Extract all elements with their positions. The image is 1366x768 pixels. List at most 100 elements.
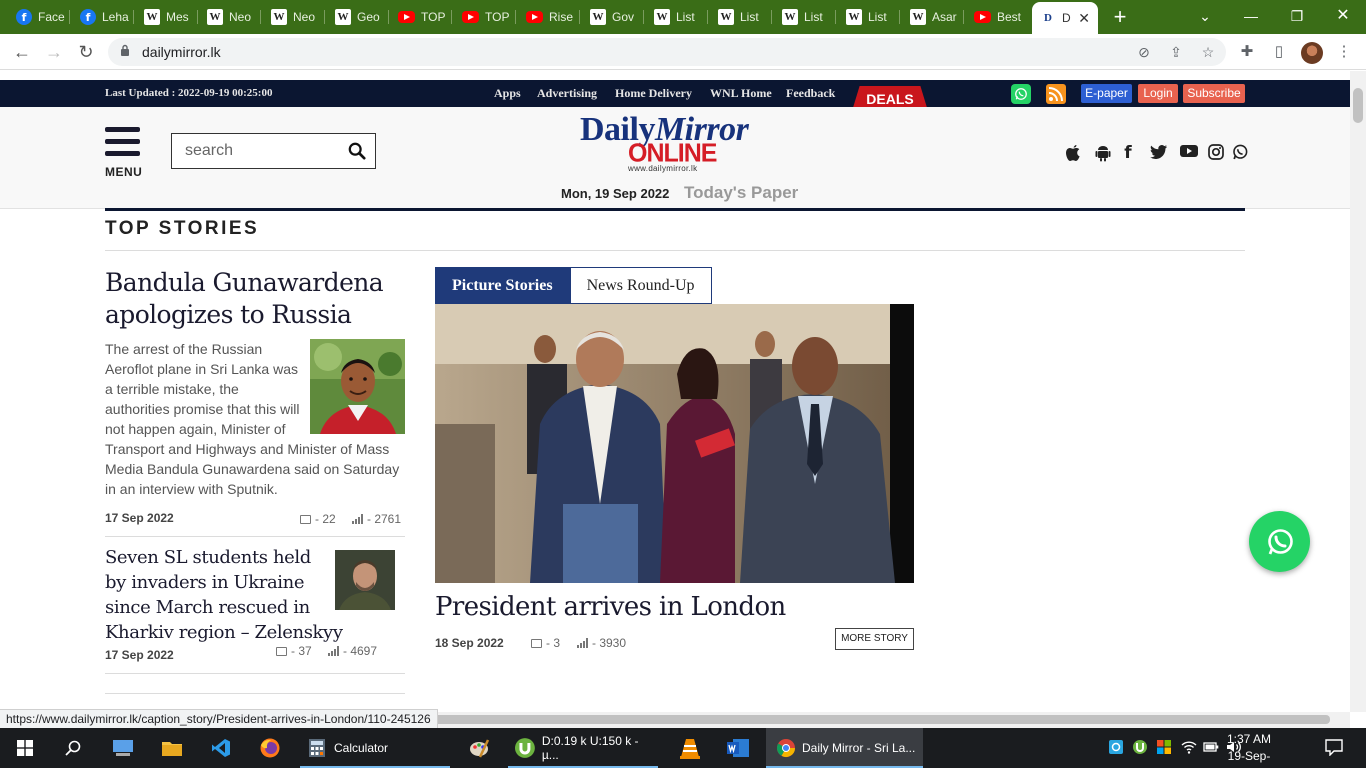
nav-advertising[interactable]: Advertising [537,86,597,101]
vertical-scrollbar[interactable] [1350,71,1366,712]
rss-icon[interactable] [1046,84,1066,104]
browser-tab[interactable]: W Gov [582,4,644,30]
paint-icon[interactable] [466,728,492,768]
tab-separator [899,10,900,24]
instagram-icon[interactable] [1207,144,1225,162]
browser-tab[interactable]: W List [710,4,772,30]
restore-icon[interactable]: ❐ [1274,4,1320,28]
android-icon[interactable] [1094,144,1112,162]
nav-feedback[interactable]: Feedback [786,86,835,101]
taskbar-clock[interactable]: 1:37 AM 19-Sep-22 [1223,731,1275,768]
story1-thumbnail[interactable] [310,339,405,434]
tab-separator [260,10,261,24]
close-window-icon[interactable]: ✕ [1320,4,1366,28]
browser-tab[interactable]: W Mes [136,4,198,30]
whatsapp-icon[interactable] [1011,84,1031,104]
clock-time: 1:37 AM [1226,732,1272,746]
browser-tab[interactable]: f Leha [72,4,134,30]
whatsapp-social-icon[interactable] [1231,144,1249,162]
wifi-icon[interactable] [1181,739,1197,755]
main-story-comments[interactable]: - 3 [531,636,560,650]
computer-icon[interactable] [110,728,136,768]
login-button[interactable]: Login [1138,84,1178,103]
browser-tab[interactable]: TOP [454,4,516,30]
share-icon[interactable]: ⇪ [1166,42,1186,62]
browser-tab[interactable]: Best [966,4,1028,30]
tray-app-icon[interactable] [1108,739,1124,755]
subscribe-button[interactable]: Subscribe [1183,84,1245,103]
apple-icon[interactable] [1064,144,1082,162]
browser-tab[interactable]: Rise [518,4,580,30]
bookmark-star-icon[interactable]: ☆ [1198,42,1218,62]
tab-search-icon[interactable]: ⌄ [1182,4,1228,28]
profile-avatar[interactable] [1301,42,1323,64]
nav-apps[interactable]: Apps [494,86,521,101]
browser-tab[interactable]: W Asar [902,4,964,30]
minimize-icon[interactable]: — [1228,4,1274,28]
more-story-button[interactable]: MORE STORY [835,628,914,650]
firefox-icon[interactable] [257,728,283,768]
reload-icon[interactable]: ↻ [74,40,98,64]
eye-slash-icon[interactable]: ⊘ [1134,42,1154,62]
story-tabs: Picture Stories News Round-Up [435,267,712,304]
new-tab-button[interactable]: + [1108,5,1132,29]
back-icon[interactable]: ← [10,40,34,64]
tab-separator [707,10,708,24]
browser-tab[interactable]: D D ✕ [1032,2,1098,34]
browser-tab[interactable]: W List [646,4,708,30]
tray-windows-icon[interactable] [1156,739,1172,755]
close-tab-icon[interactable]: ✕ [1078,10,1090,27]
notification-icon[interactable] [1325,738,1343,756]
forward-icon[interactable]: → [42,40,66,64]
search-input[interactable] [172,134,342,167]
todays-paper-link[interactable]: Today's Paper [684,183,798,203]
whatsapp-float-button[interactable] [1249,511,1310,572]
browser-tab[interactable]: W List [774,4,836,30]
youtube-icon[interactable] [1180,144,1198,162]
main-story-title[interactable]: President arrives in London [435,592,786,622]
vscode-icon[interactable] [208,728,234,768]
story1-title[interactable]: Bandula Gunawardena apologizes to Russia [105,267,405,331]
chrome-menu-icon[interactable]: ⋮ [1334,42,1354,62]
file-explorer-icon[interactable] [160,728,184,768]
side-panel-icon[interactable]: ▯ [1269,42,1289,62]
tray-utorrent-icon[interactable] [1132,739,1148,755]
views-bars-icon [352,514,363,524]
nav-wnl-home[interactable]: WNL Home [710,86,772,101]
extensions-icon[interactable]: ✚ [1237,42,1257,62]
search-icon[interactable] [348,142,366,160]
windows-start-icon[interactable] [12,728,38,768]
browser-tab[interactable]: W Geo [327,4,389,30]
battery-icon[interactable] [1203,739,1219,755]
menu-label[interactable]: MENU [105,165,142,179]
hamburger-menu-icon[interactable] [105,127,140,163]
browser-tab[interactable]: W List [838,4,900,30]
taskbar-calculator[interactable]: Calculator [300,728,450,768]
story1-comments[interactable]: - 22 [300,512,336,526]
taskbar-utorrent[interactable]: D:0.19 k U:150 k - µ... [508,728,658,768]
story2-thumbnail[interactable] [335,550,395,610]
browser-tab[interactable]: f Face [8,4,70,30]
browser-tab[interactable]: W Neo [199,4,261,30]
wikipedia-icon: W [335,9,351,25]
taskbar-chrome[interactable]: Daily Mirror - Sri La... [766,728,923,768]
tab-separator [324,10,325,24]
tab-picture-stories[interactable]: Picture Stories [435,267,570,304]
word-icon[interactable] [724,728,752,768]
browser-tab[interactable]: W Neo [263,4,325,30]
facebook-icon[interactable]: f [1119,144,1137,162]
tab-label: List [804,10,823,24]
nav-home-delivery[interactable]: Home Delivery [615,86,692,101]
browser-tab[interactable]: TOP [390,4,452,30]
wikipedia-icon: W [144,9,160,25]
dailymirror-logo[interactable]: DailyMirror ONLINE www.dailymirror.lk [580,112,770,174]
tab-news-roundup[interactable]: News Round-Up [569,267,712,304]
twitter-icon[interactable] [1150,144,1168,162]
vertical-scroll-thumb[interactable] [1353,88,1363,123]
search-icon[interactable] [60,728,86,768]
epaper-button[interactable]: E-paper [1081,84,1132,103]
vlc-icon[interactable] [677,728,703,768]
address-bar[interactable]: dailymirror.lk ⊘ ⇪ ☆ [108,38,1226,66]
main-story-image[interactable] [435,304,914,583]
story2-comments[interactable]: - 37 [276,644,312,658]
